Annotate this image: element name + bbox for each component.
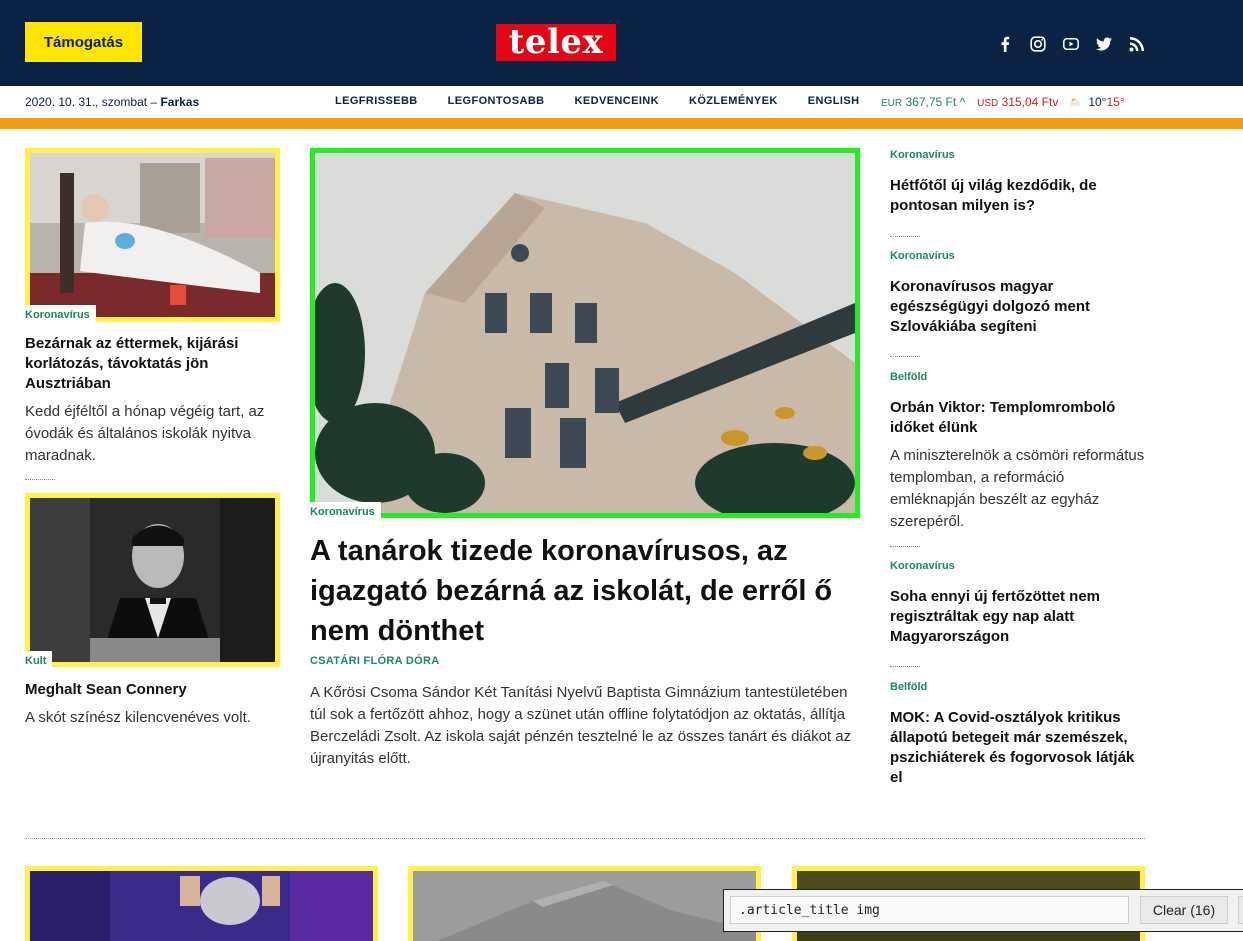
sub-navigation: 2020. 10. 31., szombat – Farkas LEGFRISS… (25, 86, 1145, 117)
article-image-austria[interactable] (25, 148, 280, 322)
nav-links: LEGFRISSEBB LEGFONTOSABB KEDVENCEINK KÖZ… (335, 95, 859, 107)
date-text: 2020. 10. 31., szombat (25, 95, 148, 109)
main-article-lead: A Kőrösi Csoma Sándor Két Tanítási Nyelv… (310, 684, 852, 767)
arrow-down-icon: v (1052, 95, 1059, 109)
section-divider (25, 838, 1145, 839)
telex-logo[interactable]: telex (496, 24, 616, 61)
social-links (997, 36, 1145, 52)
rss-icon[interactable] (1129, 36, 1145, 52)
clear-button[interactable]: Clear (16) (1140, 896, 1228, 924)
article-tag[interactable]: Koronavírus (25, 305, 96, 323)
article-tag[interactable]: Belföld (890, 371, 927, 383)
nav-link-kedvenceink[interactable]: KEDVENCEINK (575, 95, 659, 107)
article-title[interactable]: Koronavírusos magyar egészségügyi dolgoz… (890, 277, 1145, 337)
date-line: 2020. 10. 31., szombat – Farkas (25, 95, 200, 109)
nav-link-legfontosabb[interactable]: LEGFONTOSABB (448, 95, 545, 107)
article-title[interactable]: Orbán Viktor: Templomromboló időket élün… (890, 398, 1145, 438)
separator (890, 666, 920, 667)
article-image-bottom-2[interactable] (408, 866, 761, 941)
article-tag[interactable]: Koronavírus (890, 250, 955, 262)
article-lead: A skót színész kilencvenéves volt. (25, 709, 251, 726)
article-tag[interactable]: Belföld (890, 681, 927, 693)
eur-rate: EUR 367,75 Ft ^ (881, 95, 966, 109)
article-title[interactable]: Bezárnak az éttermek, kijárási korlátozá… (25, 334, 280, 394)
exchange-rates: EUR 367,75 Ft ^ USD 315,04 Ftv 10°15° (881, 95, 1125, 109)
separator (25, 479, 55, 480)
weather: 10°15° (1070, 95, 1125, 109)
article-tag[interactable]: Kult (25, 651, 53, 669)
article-title[interactable]: Soha ennyi új fertőzöttet nem regisztrál… (890, 587, 1145, 647)
temp-low: 10° (1088, 95, 1107, 109)
article-title[interactable]: MOK: A Covid-osztályok kritikus állapotú… (890, 708, 1145, 788)
article-title[interactable]: Meghalt Sean Connery (25, 680, 280, 700)
arrow-up-icon: ^ (959, 95, 966, 109)
main-article-title[interactable]: A tanárok tizede koronavírusos, az igazg… (310, 531, 860, 651)
article-lead: A miniszterelnök a csömöri református te… (890, 447, 1145, 530)
separator (890, 546, 920, 547)
article-image-connery[interactable] (25, 493, 280, 667)
usd-rate: USD 315,04 Ftv (977, 95, 1059, 109)
youtube-icon[interactable] (1063, 36, 1079, 52)
orange-bar (0, 118, 1243, 129)
gray-photo (413, 871, 756, 941)
connery-photo (30, 498, 275, 662)
article-title[interactable]: Hétfőtől új világ kezdődik, de pontosan … (890, 176, 1145, 216)
main-article-author[interactable]: CSATÁRI FLÓRA DÓRA (310, 655, 439, 667)
article-lead: Kedd éjféltől a hónap végéig tart, az óv… (25, 403, 265, 464)
facebook-icon[interactable] (997, 36, 1013, 52)
nav-link-legfrissebb[interactable]: LEGFRISSEBB (335, 95, 418, 107)
instagram-icon[interactable] (1030, 36, 1046, 52)
main-article-tag[interactable]: Koronavírus (310, 502, 381, 520)
article-image-bottom-1[interactable] (25, 866, 378, 941)
toolbar-button[interactable] (1238, 896, 1243, 924)
trophy-photo (30, 871, 373, 941)
nav-link-english[interactable]: ENGLISH (808, 95, 860, 107)
selector-toolbar: Clear (16) (723, 889, 1243, 932)
temp-high: 15° (1106, 95, 1125, 109)
article-tag[interactable]: Koronavírus (890, 149, 955, 161)
support-button[interactable]: Támogatás (25, 22, 142, 62)
main-article-image[interactable] (310, 148, 860, 518)
selector-input[interactable] (730, 896, 1129, 924)
article-tag[interactable]: Koronavírus (890, 560, 955, 572)
site-header: Támogatás telex (0, 0, 1243, 86)
school-building-photo (315, 153, 855, 513)
mannequin-photo (30, 153, 275, 317)
name-day: Farkas (160, 95, 200, 109)
weather-icon (1070, 98, 1082, 106)
separator (890, 236, 920, 237)
separator (890, 356, 920, 357)
nav-link-kozlemenyek[interactable]: KÖZLEMÉNYEK (689, 95, 778, 107)
twitter-icon[interactable] (1096, 36, 1112, 52)
